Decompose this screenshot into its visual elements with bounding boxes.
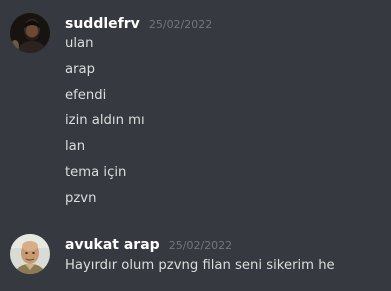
message-text: tema için xyxy=(65,165,127,180)
message-text: pzvn xyxy=(65,191,97,206)
bald-man-portrait-avatar-icon xyxy=(10,234,50,274)
message-text: Hayırdır olum pzvng filan seni sikerim h… xyxy=(65,258,335,273)
message-text: arap xyxy=(65,62,95,77)
chat-messages: suddlefrv 25/02/2022 ulan arap efendi iz… xyxy=(0,0,391,291)
user-avatar[interactable] xyxy=(10,234,50,274)
timestamp: 25/02/2022 xyxy=(148,18,213,31)
username[interactable]: avukat arap xyxy=(65,237,160,253)
user-avatar[interactable] xyxy=(10,13,50,53)
message-text: efendi xyxy=(65,88,107,103)
message-header: suddlefrv 25/02/2022 xyxy=(65,13,212,33)
message-header: avukat arap 25/02/2022 xyxy=(65,234,232,254)
message-text: ulan xyxy=(65,36,94,51)
username[interactable]: suddlefrv xyxy=(65,16,140,32)
dark-portrait-avatar-icon xyxy=(10,13,50,53)
message-text: izin aldın mı xyxy=(65,113,145,128)
timestamp: 25/02/2022 xyxy=(168,239,233,252)
message-text: lan xyxy=(65,139,86,154)
